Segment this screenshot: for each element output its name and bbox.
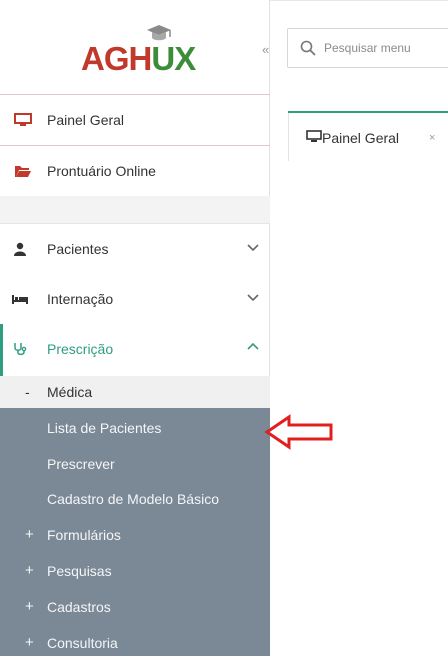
collapse-prefix: - [25, 384, 30, 400]
logo-text-u: U [151, 40, 175, 77]
user-icon [14, 242, 26, 256]
menu-item-label: Cadastro de Modelo Básico [47, 491, 219, 507]
menu-group-label: Consultoria [47, 635, 118, 651]
monitor-icon [14, 113, 32, 126]
sidebar-item-prontuario-online[interactable]: Prontuário Online [0, 147, 270, 195]
submenu-list: Lista de Pacientes Prescrever Cadastro d… [0, 408, 270, 656]
sidebar-section-label: Internação [47, 291, 114, 307]
sidebar-spacer [0, 196, 270, 224]
chevron-up-icon [247, 342, 259, 350]
sidebar-section-label: Prescrição [47, 341, 114, 357]
search-icon [300, 40, 316, 56]
sidebar-item-painel-geral[interactable]: Painel Geral [0, 96, 270, 144]
sidebar-section-pacientes[interactable]: Pacientes [0, 224, 270, 274]
search-input[interactable] [324, 39, 448, 57]
sidebar: AGHUX Painel Geral Prontuário Online Pac… [0, 0, 270, 656]
bed-icon [12, 295, 28, 304]
expand-prefix: + [25, 634, 34, 651]
menu-group-label: Pesquisas [47, 563, 112, 579]
menu-item-lista-de-pacientes[interactable]: Lista de Pacientes [0, 410, 270, 446]
tab-close-button[interactable]: × [429, 132, 435, 144]
menu-item-label: Prescrever [47, 456, 115, 472]
sidebar-item-label: Painel Geral [47, 112, 125, 128]
menu-group-formularios[interactable]: + Formulários [0, 517, 270, 553]
logo-area: AGHUX [0, 0, 270, 95]
expand-prefix: + [25, 598, 34, 615]
sidebar-section-internacao[interactable]: Internação [0, 274, 270, 324]
expand-prefix: + [25, 526, 34, 543]
folder-open-icon [15, 166, 31, 177]
menu-group-cadastros[interactable]: + Cadastros [0, 589, 270, 625]
sidebar-section-label: Pacientes [47, 241, 109, 257]
app-logo[interactable]: AGHUX [81, 40, 196, 78]
red-arrow-annotation [264, 414, 333, 450]
submenu-label: Médica [47, 384, 93, 400]
sidebar-item-label: Prontuário Online [47, 163, 156, 179]
search-box [287, 28, 448, 68]
menu-group-label: Cadastros [47, 599, 111, 615]
chevron-down-icon [247, 244, 259, 252]
stethoscope-icon [14, 343, 27, 356]
logo-text-x: X [174, 40, 196, 77]
menu-group-label: Formulários [47, 527, 121, 543]
expand-prefix: + [25, 562, 34, 579]
monitor-icon [306, 130, 322, 142]
tab-painel-geral[interactable]: Painel Geral × [288, 113, 448, 161]
menu-group-pesquisas[interactable]: + Pesquisas [0, 553, 270, 589]
menu-item-prescrever[interactable]: Prescrever [0, 446, 270, 482]
collapse-sidebar-button[interactable]: « [262, 42, 269, 57]
menu-item-label: Lista de Pacientes [47, 420, 162, 436]
chevron-down-icon [247, 294, 259, 302]
app-root: AGHUX Painel Geral Prontuário Online Pac… [0, 0, 448, 656]
divider [0, 145, 270, 146]
menu-group-consultoria[interactable]: + Consultoria [0, 625, 270, 656]
top-bar [270, 0, 448, 95]
menu-item-cadastro-modelo-basico[interactable]: Cadastro de Modelo Básico [0, 481, 270, 517]
tab-label: Painel Geral [322, 130, 400, 146]
sidebar-section-prescricao[interactable]: Prescrição [0, 324, 270, 376]
logo-text-agh: AGH [81, 40, 152, 77]
submenu-medica[interactable]: - Médica [0, 376, 270, 408]
